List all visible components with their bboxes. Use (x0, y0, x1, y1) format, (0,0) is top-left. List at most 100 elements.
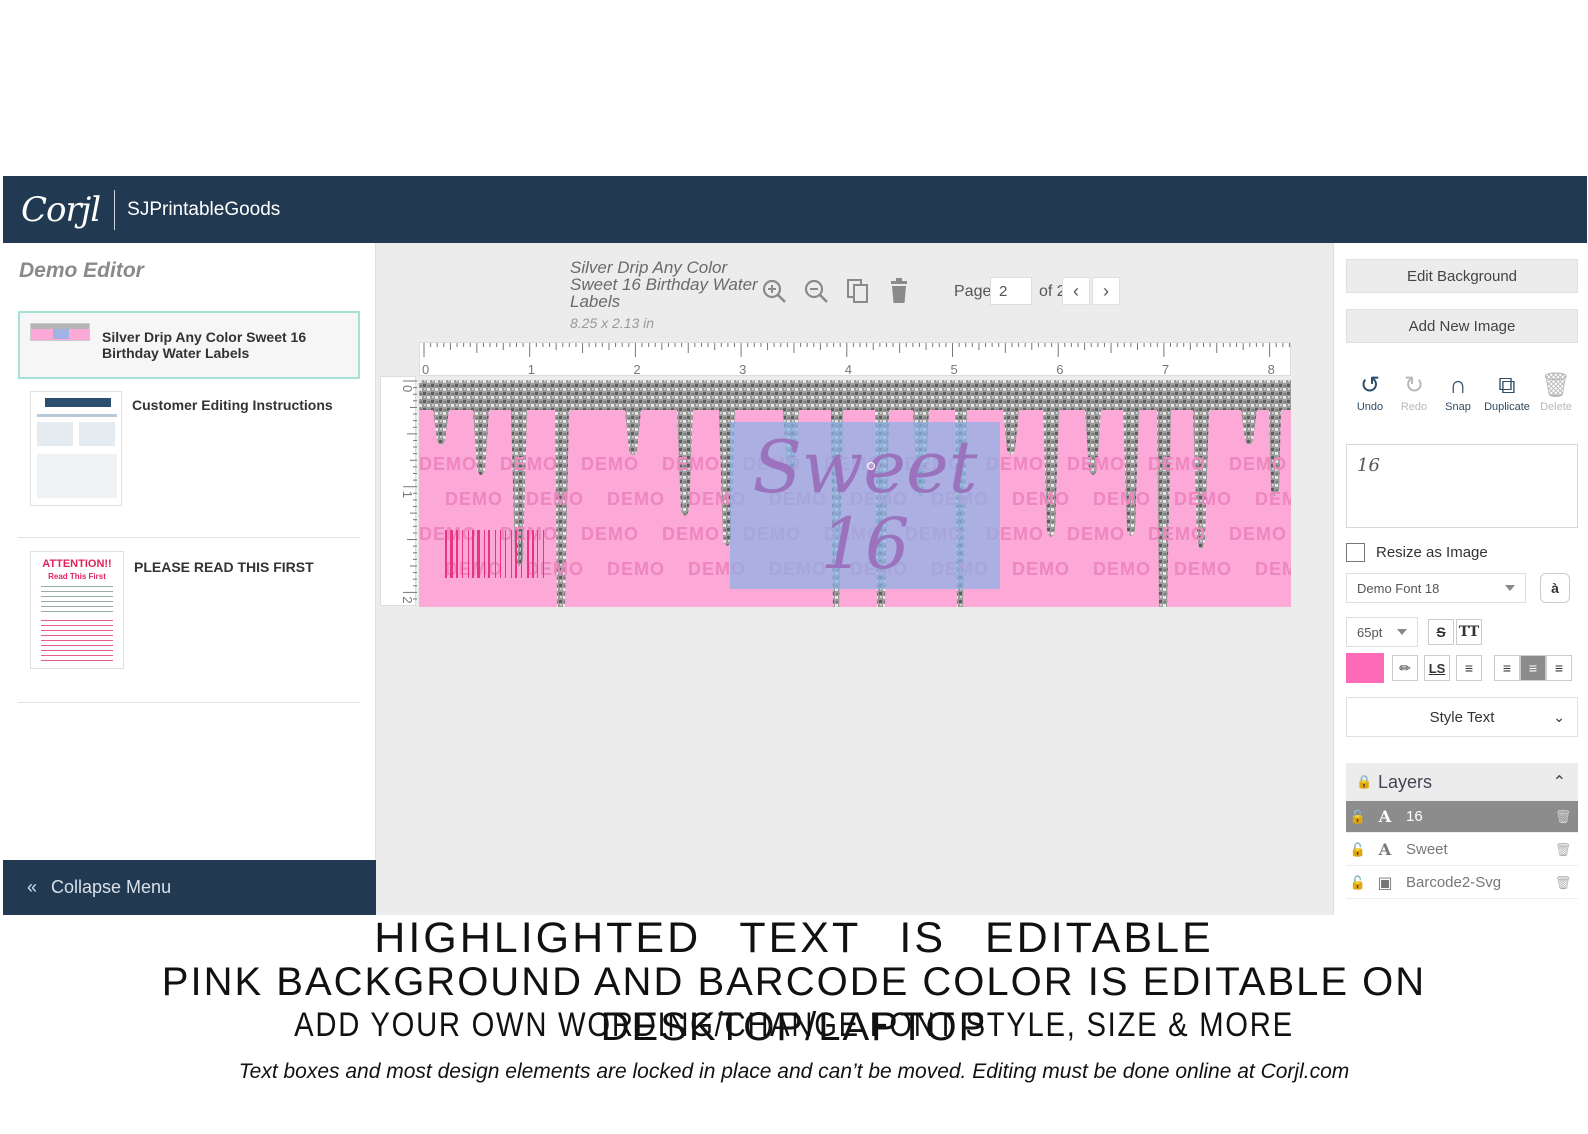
label-artwork[interactable]: DEMO DEMO DEMO DEMO DEMO DEMO DEMO DEMO DEMO DEMO… (419, 380, 1291, 607)
ruler-label: 2 (400, 596, 415, 603)
font-size-select[interactable]: 65pt (1346, 617, 1418, 647)
page-label: Silver Drip Any Color Sweet 16 Birthday … (102, 329, 307, 361)
page-thumb-image (30, 323, 90, 341)
align-left-button[interactable]: ≡ (1494, 655, 1520, 681)
eyedropper-button[interactable]: ✏ (1392, 655, 1418, 681)
demo-watermark: DEMO (1093, 489, 1151, 509)
chevron-down-icon (1505, 585, 1515, 591)
eyedropper-icon: ✏ (1399, 659, 1411, 676)
chevron-down-icon: ⌄ (1553, 708, 1565, 725)
shop-name: SJPrintableGoods (127, 198, 281, 220)
layers-title: Layers (1378, 771, 1433, 792)
layer-row[interactable]: 🔓 A 16 🗑 (1346, 801, 1578, 833)
barcode-bar (484, 530, 485, 578)
zoom-in-icon[interactable] (759, 276, 789, 306)
layer-name: Sweet (1406, 841, 1448, 858)
demo-watermark: DEMO (1067, 454, 1125, 474)
ruler-label: 6 (1056, 362, 1063, 377)
uppercase-button[interactable]: TT (1456, 619, 1482, 645)
font-preview-button[interactable]: à (1540, 573, 1570, 603)
thumb-text-lines (41, 586, 113, 616)
snap-label: Snap (1445, 401, 1471, 413)
unlock-icon[interactable]: 🔓 (1346, 842, 1370, 858)
thumb-panel (37, 422, 73, 446)
caption-locked-note: Text boxes and most design elements are … (238, 1060, 1350, 1083)
strikethrough-button[interactable]: S (1428, 619, 1454, 645)
ruler-label: 2 (633, 362, 640, 377)
collapse-menu-label: Collapse Menu (51, 877, 172, 897)
ruler-label: 8 (1268, 362, 1275, 377)
add-new-image-button[interactable]: Add New Image (1346, 309, 1578, 343)
edit-background-button[interactable]: Edit Background (1346, 259, 1578, 293)
align-right-button[interactable]: ≡ (1546, 655, 1572, 681)
snap-button[interactable]: ∩ Snap (1430, 371, 1486, 413)
line-height-button[interactable]: ≡ (1456, 655, 1482, 681)
demo-watermark: DEMO (526, 489, 584, 509)
previous-page-button[interactable]: ‹ (1062, 277, 1090, 305)
layer-row[interactable]: 🔓 ▣ Barcode2-Svg 🗑 (1346, 867, 1578, 899)
delete-button[interactable]: 🗑 Delete (1528, 371, 1584, 413)
align-right-icon: ≡ (1554, 660, 1564, 676)
trash-icon[interactable]: 🗑 (1548, 875, 1578, 891)
demo-watermark: DEMO (1174, 559, 1232, 579)
page-number-input[interactable] (990, 277, 1032, 305)
barcode-graphic[interactable] (445, 530, 575, 580)
letter-spacing-button[interactable]: LS (1424, 655, 1450, 681)
layers-header[interactable]: 🔒 Layers ⌃ (1346, 763, 1578, 801)
chevron-left-icon: ‹ (1073, 280, 1079, 301)
copy-page-icon[interactable] (843, 276, 873, 306)
selected-text-box[interactable]: Sweet 16 (730, 422, 1000, 589)
screenshot-stage: Corjl SJPrintableGoods Demo Editor Silve… (0, 0, 1588, 1134)
trash-icon[interactable]: 🗑 (1548, 842, 1578, 858)
barcode-bar (500, 530, 501, 578)
collapse-menu-button[interactable]: « Collapse Menu (3, 860, 376, 915)
sweet-text[interactable]: Sweet (730, 422, 1000, 512)
barcode-bar (511, 530, 512, 578)
demo-watermark: DEMO (662, 454, 720, 474)
trash-icon[interactable]: 🗑 (1548, 809, 1578, 825)
page-thumbnail-instructions[interactable]: Customer Editing Instructions (18, 383, 360, 538)
page-thumb-image: ATTENTION!! Read This First (30, 551, 124, 669)
zoom-out-icon[interactable] (801, 276, 831, 306)
logo-divider (114, 189, 116, 230)
page-label: PLEASE READ THIS FIRST (134, 559, 314, 575)
unlock-icon[interactable]: 🔓 (1346, 875, 1370, 891)
corjl-logo[interactable]: Corjl (21, 190, 101, 230)
font-size-value: 65pt (1357, 624, 1383, 640)
barcode-bar (450, 530, 453, 578)
layer-row[interactable]: 🔓 A Sweet 🗑 (1346, 834, 1578, 866)
magnet-icon: ∩ (1449, 372, 1467, 399)
next-page-button[interactable]: › (1092, 277, 1120, 305)
properties-panel: Edit Background Add New Image ↺ Undo ↻ Red… (1333, 243, 1587, 915)
number-text[interactable]: 16 (730, 504, 1000, 584)
image-layer-icon: ▣ (1377, 873, 1393, 892)
align-center-button[interactable]: ≡ (1520, 655, 1546, 681)
delete-page-icon[interactable] (884, 276, 914, 306)
duplicate-icon: ⧉ (1498, 372, 1516, 399)
style-text-dropdown[interactable]: Style Text ⌄ (1346, 697, 1578, 737)
resize-as-image-label: Resize as Image (1376, 544, 1488, 561)
ruler-label: 5 (951, 362, 958, 377)
demo-watermark: DEMO (607, 489, 665, 509)
page-thumbnail-label[interactable]: Silver Drip Any Color Sweet 16 Birthday … (18, 311, 360, 379)
font-family-select[interactable]: Demo Font 18 (1346, 573, 1526, 603)
text-layer-icon: A (1378, 840, 1392, 859)
delete-label: Delete (1540, 401, 1572, 413)
resize-as-image-checkbox[interactable] (1346, 543, 1365, 562)
demo-watermark: DEMO (1255, 489, 1291, 509)
duplicate-button[interactable]: ⧉ Duplicate (1479, 371, 1535, 413)
vertical-ruler: 0 1 2 (380, 376, 417, 606)
caption-highlighted-text: HIGHLIGHTED TEXT IS EDITABLE (374, 914, 1214, 962)
layer-text-input[interactable]: 16 (1346, 444, 1578, 528)
page-thumbnail-read-first[interactable]: ATTENTION!! Read This First PLEASE READ … (18, 541, 360, 703)
thumb-text-box (53, 329, 69, 339)
barcode-bar (462, 530, 463, 578)
unlock-icon[interactable]: 🔓 (1346, 809, 1370, 825)
barcode-bar (543, 530, 544, 578)
demo-watermark: DEMO (445, 489, 503, 509)
rotate-handle[interactable] (867, 462, 875, 470)
page-label: Page (954, 283, 992, 300)
horizontal-ruler-ticks: 0 1 2 3 4 5 6 7 8 (422, 343, 1290, 377)
undo-label: Undo (1356, 401, 1384, 413)
text-color-swatch[interactable] (1346, 653, 1384, 683)
